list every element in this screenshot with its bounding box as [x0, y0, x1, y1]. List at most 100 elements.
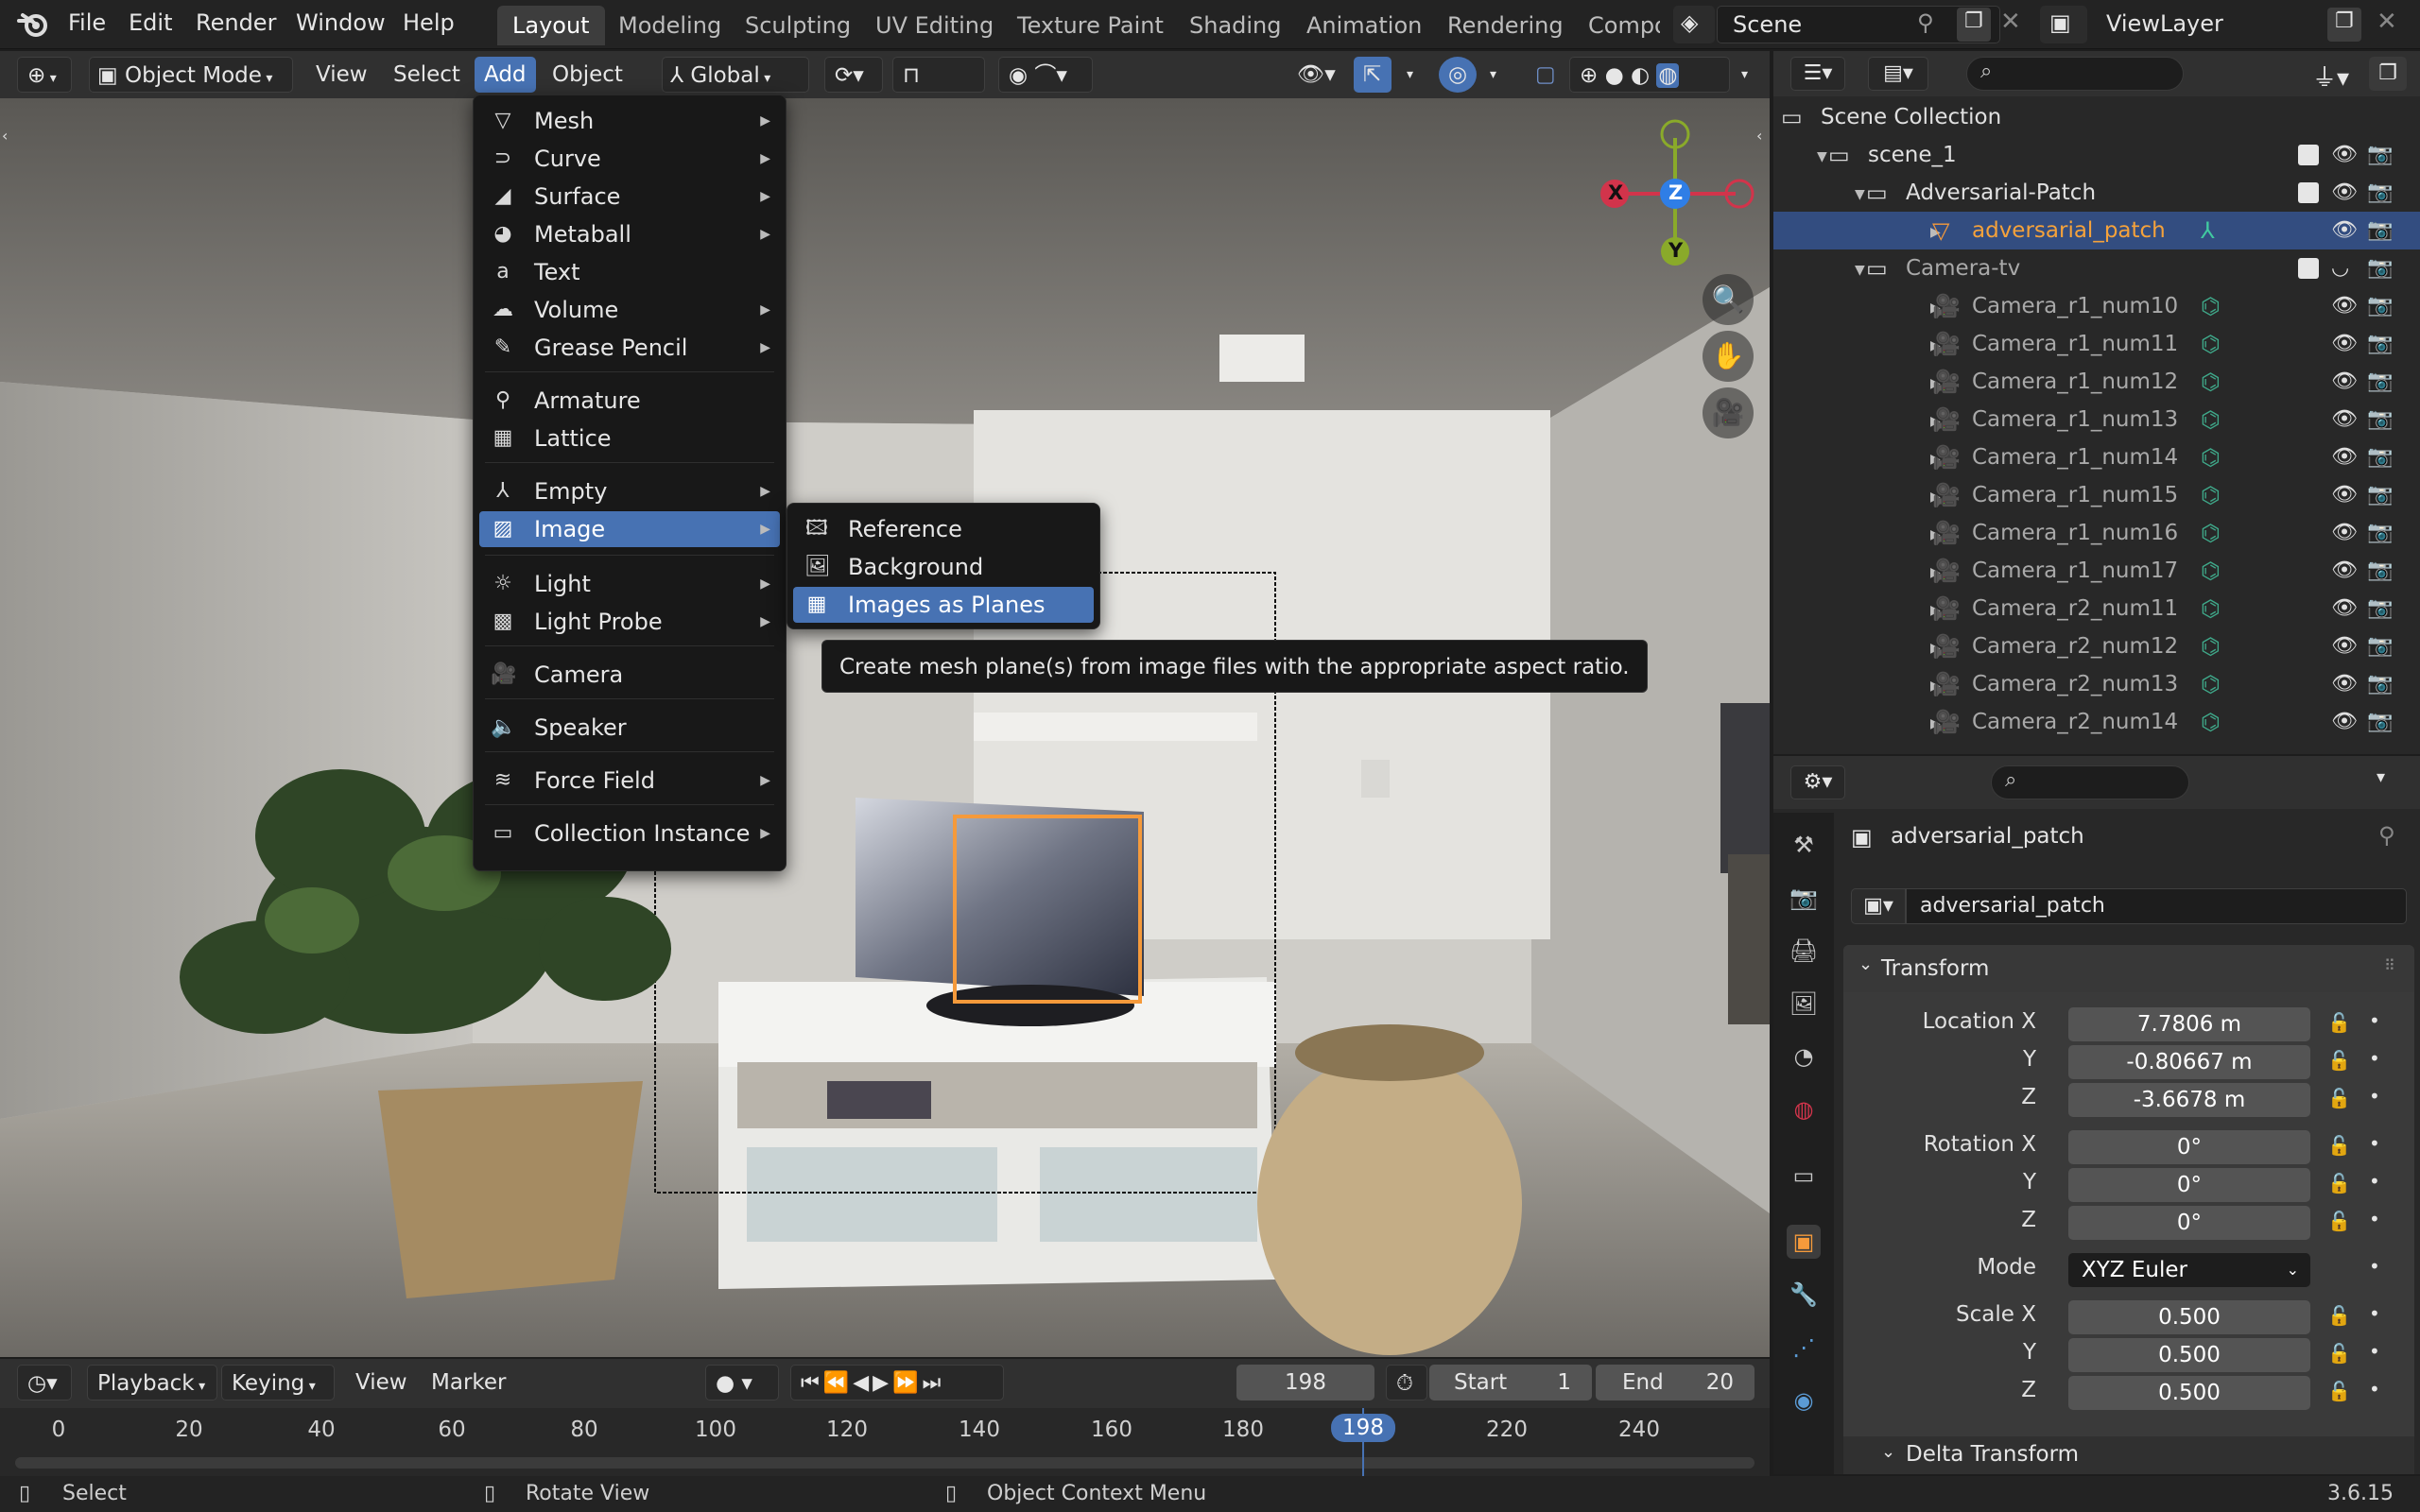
menu-file[interactable]: File	[68, 9, 106, 36]
close-icon[interactable]: ✕	[2000, 8, 2021, 36]
chevron-down-icon[interactable]: ▾	[1480, 57, 1506, 93]
viewlayer-field[interactable]: ViewLayer	[2053, 6, 2327, 43]
new-viewlayer-button[interactable]: ❐	[2327, 8, 2361, 42]
chevron-down-icon[interactable]: ▾	[1732, 57, 1757, 93]
drag-handle-icon[interactable]: ⠿	[2384, 956, 2395, 974]
jump-start-icon[interactable]: ⏮	[801, 1371, 823, 1395]
playback-dropdown[interactable]: Playback ▾	[87, 1365, 217, 1400]
outliner-row[interactable]: ▼ ▭ scene_1 👁 📷	[1773, 136, 2420, 174]
menu-window[interactable]: Window	[296, 9, 386, 36]
pivot-dropdown[interactable]: ⟳▾	[824, 57, 883, 93]
object-tab-icon[interactable]: ▣	[1787, 1225, 1821, 1259]
keyframe-dot-icon[interactable]: •	[2369, 1170, 2380, 1193]
eye-icon[interactable]: 👁	[2331, 552, 2358, 590]
3d-viewport[interactable]: X Z Y 🔍 ✋ 🎥 ‹ ‹	[0, 98, 1770, 1357]
camera-view-icon[interactable]: 🎥	[1703, 387, 1754, 438]
collapse-arrow-icon[interactable]: ▼	[1855, 176, 1865, 214]
render-camera-icon[interactable]: 📷	[2367, 590, 2393, 627]
render-camera-icon[interactable]: 📷	[2367, 136, 2393, 174]
tool-tab-icon[interactable]: ⚒	[1787, 828, 1821, 862]
camera-data-icon[interactable]: ⌬	[2201, 363, 2221, 401]
pin-icon[interactable]: ⚲	[1917, 9, 1934, 36]
pin-icon[interactable]: ⚲	[2378, 822, 2395, 849]
menu-item-mesh[interactable]: ▽ Mesh ▶	[479, 103, 780, 139]
menu-help[interactable]: Help	[403, 9, 455, 36]
eye-icon[interactable]: ◡	[2331, 249, 2349, 287]
transform-value-field[interactable]: 0°	[2068, 1168, 2310, 1202]
scene-tab-icon[interactable]: ◔	[1787, 1040, 1821, 1074]
transform-value-field[interactable]: -0.80667 m	[2068, 1045, 2310, 1079]
menu-item-empty[interactable]: ⅄ Empty ▶	[479, 473, 780, 509]
outliner-row[interactable]: ▶ 🎥 Camera_r1_num17 ⌬ 👁 📷	[1773, 552, 2420, 590]
eye-icon[interactable]: 👁	[2331, 136, 2358, 174]
eye-icon[interactable]: 👁	[2331, 665, 2358, 703]
end-frame-field[interactable]: End 20	[1596, 1365, 1754, 1400]
lock-icon[interactable]: 🔓	[2327, 1011, 2351, 1034]
menu-object[interactable]: Object	[543, 57, 632, 93]
menu-item-grease-pencil[interactable]: ✎ Grease Pencil ▶	[479, 330, 780, 366]
chevron-down-icon[interactable]: ▾	[2377, 767, 2385, 787]
timeline-menu-marker[interactable]: Marker	[422, 1365, 516, 1400]
new-scene-button[interactable]: ❐	[1957, 8, 1991, 42]
transform-value-field[interactable]: 0°	[2068, 1130, 2310, 1164]
exclude-checkbox[interactable]	[2298, 182, 2319, 203]
camera-data-icon[interactable]: ⌬	[2201, 703, 2221, 741]
snap-toggle[interactable]: ⊓ ⋮⋮▾	[892, 57, 985, 124]
lock-icon[interactable]: 🔓	[2327, 1172, 2351, 1194]
transform-value-field[interactable]: -3.6678 m	[2068, 1083, 2310, 1117]
material-icon[interactable]: ◐	[1631, 63, 1650, 88]
eye-icon[interactable]: 👁	[2331, 401, 2358, 438]
keying-dropdown[interactable]: Keying ▾	[221, 1365, 335, 1400]
rotation-mode-dropdown[interactable]: XYZ Euler ⌄	[2068, 1253, 2310, 1287]
keyframe-dot-icon[interactable]: •	[2369, 1302, 2380, 1325]
solid-icon[interactable]: ●	[1605, 63, 1624, 88]
collapse-arrow-icon[interactable]: ▼	[1855, 251, 1865, 289]
eye-icon[interactable]: 👁	[2331, 438, 2358, 476]
outliner-search-input[interactable]: ⌕	[1966, 57, 2184, 91]
render-camera-icon[interactable]: 📷	[2367, 287, 2393, 325]
delta-transform-header[interactable]: ⌄ Delta Transform	[1843, 1436, 2414, 1474]
eye-icon[interactable]: 👁	[2331, 363, 2358, 401]
tab-texture-paint[interactable]: Texture Paint	[1002, 6, 1179, 45]
tab-shading[interactable]: Shading	[1174, 6, 1297, 45]
render-camera-icon[interactable]: 📷	[2367, 514, 2393, 552]
display-mode-dropdown[interactable]: ▤▾	[1868, 57, 1928, 91]
tab-compositing[interactable]: Compo	[1573, 6, 1660, 45]
object-name-field[interactable]: adversarial_patch	[1906, 888, 2407, 924]
properties-search-input[interactable]: ⌕	[1991, 765, 2189, 799]
exclude-checkbox[interactable]	[2298, 258, 2319, 279]
camera-data-icon[interactable]: ⌬	[2201, 476, 2221, 514]
preview-range-toggle[interactable]: ⏱	[1386, 1365, 1427, 1400]
physics-tab-icon[interactable]: ◉	[1787, 1383, 1821, 1418]
eye-icon[interactable]: 👁	[2331, 514, 2358, 552]
timeline-editor-type-button[interactable]: ◷▾	[17, 1365, 72, 1400]
tab-sculpting[interactable]: Sculpting	[730, 6, 866, 45]
transform-value-field[interactable]: 0.500	[2068, 1338, 2310, 1372]
menu-item-armature[interactable]: ⚲ Armature	[479, 383, 780, 419]
render-camera-icon[interactable]: 📷	[2367, 212, 2393, 249]
object-browse-button[interactable]: ▣▾	[1851, 888, 1906, 924]
render-tab-icon[interactable]: 📷	[1787, 881, 1821, 915]
lock-icon[interactable]: 🔓	[2327, 1210, 2351, 1232]
keyframe-dot-icon[interactable]: •	[2369, 1208, 2380, 1230]
menu-view[interactable]: View	[306, 57, 377, 93]
outliner-editor-type-button[interactable]: ☰▾	[1790, 57, 1845, 91]
current-frame-field[interactable]: 198	[1236, 1365, 1374, 1400]
lock-icon[interactable]: 🔓	[2327, 1049, 2351, 1072]
transform-header[interactable]: ⌄ Transform ⠿	[1843, 945, 2414, 992]
render-camera-icon[interactable]: 📷	[2367, 552, 2393, 590]
rendered-icon[interactable]: ◍	[1656, 63, 1680, 88]
keyframe-dot-icon[interactable]: •	[2369, 1132, 2380, 1155]
start-frame-field[interactable]: Start 1	[1429, 1365, 1592, 1400]
menu-select[interactable]: Select	[384, 57, 470, 93]
eye-icon[interactable]: 👁	[2331, 627, 2358, 665]
orientation-dropdown[interactable]: ⅄ Global ▾	[662, 57, 809, 93]
menu-item-speaker[interactable]: 🔈 Speaker	[479, 710, 780, 746]
timeline-scrollbar[interactable]	[15, 1457, 1754, 1469]
tab-layout[interactable]: Layout	[497, 6, 605, 45]
camera-data-icon[interactable]: ⌬	[2201, 325, 2221, 363]
menu-item-force-field[interactable]: ≋ Force Field ▶	[479, 763, 780, 799]
shading-mode-buttons[interactable]: ⊕ ● ◐ ◍	[1569, 57, 1730, 93]
menu-render[interactable]: Render	[196, 9, 276, 36]
menu-edit[interactable]: Edit	[129, 9, 172, 36]
